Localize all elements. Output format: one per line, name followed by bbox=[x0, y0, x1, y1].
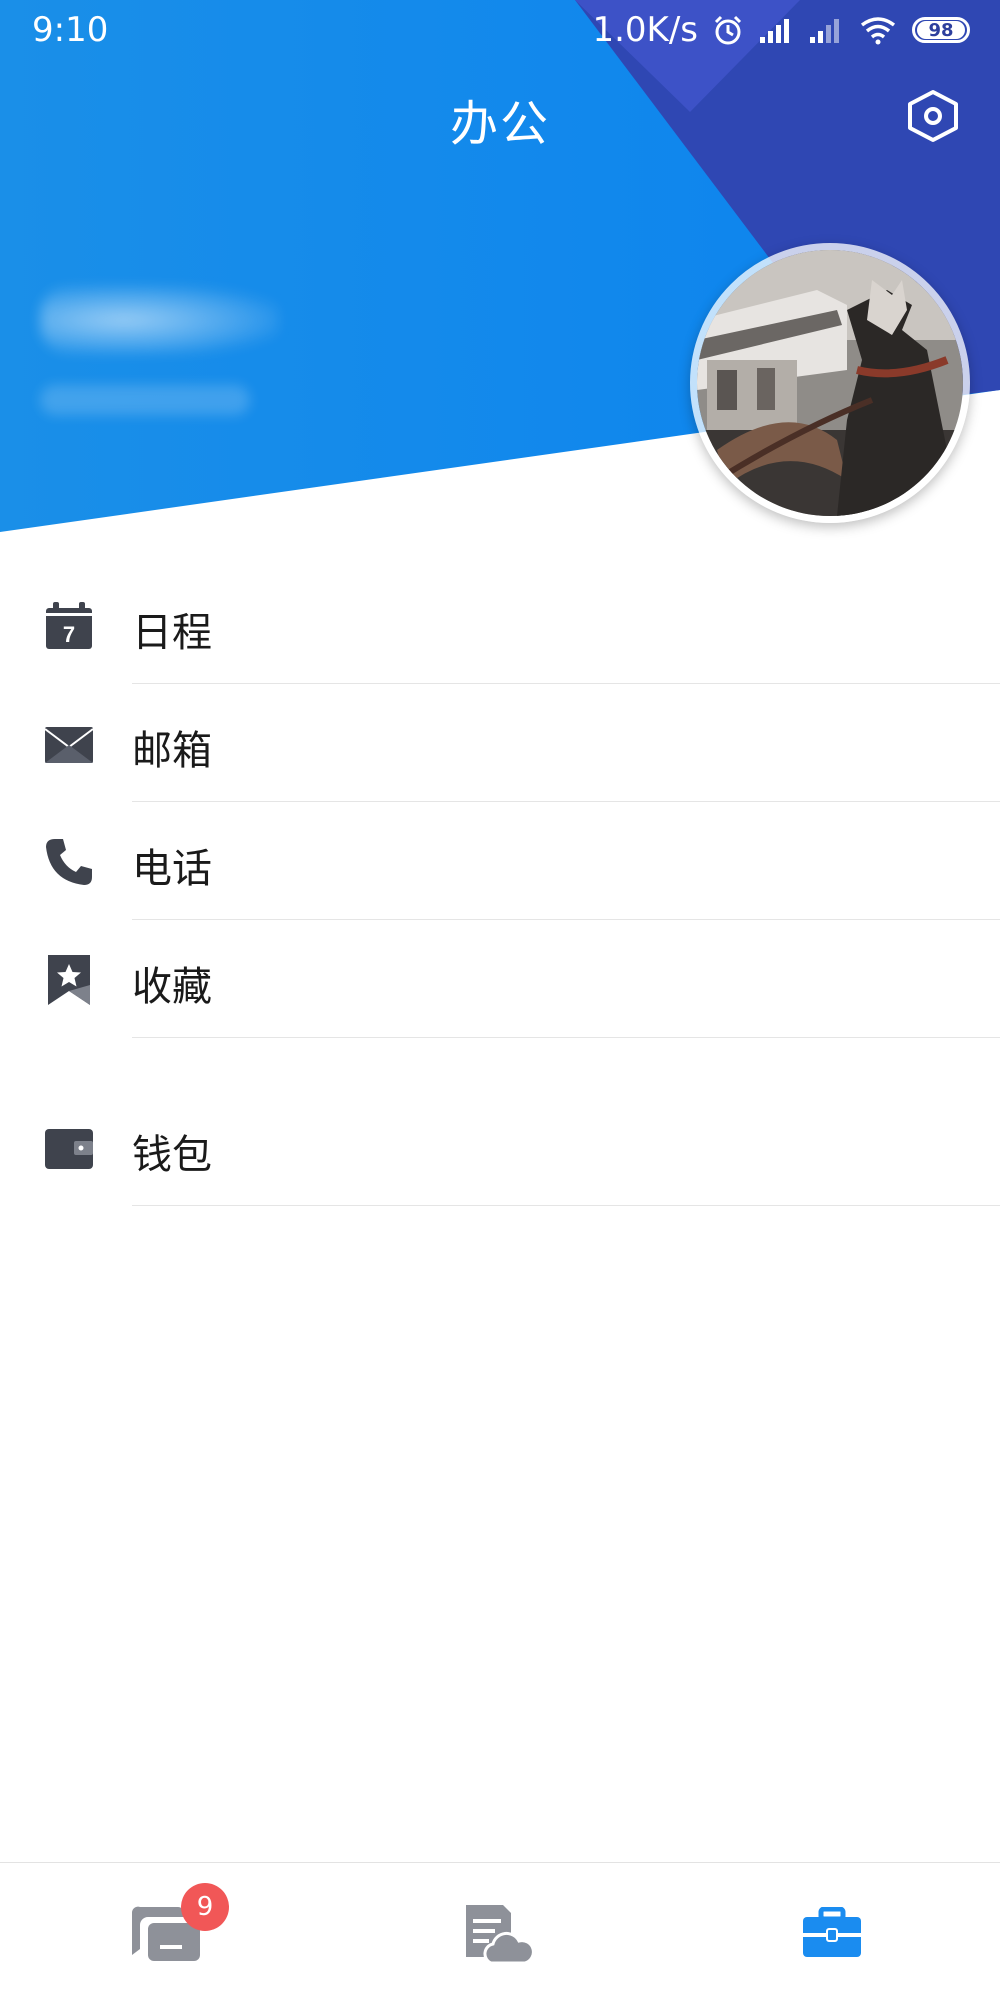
menu-item-schedule[interactable]: 7 日程 bbox=[0, 566, 1000, 684]
menu-item-label: 收藏 bbox=[132, 964, 212, 1010]
network-speed: 1.0K/s bbox=[592, 10, 698, 50]
battery-level: 98 bbox=[917, 20, 965, 41]
profile-header: 9:10 1.0K/s 98 办公 bbox=[0, 0, 1000, 560]
wallet-icon bbox=[45, 1129, 93, 1169]
avatar[interactable] bbox=[690, 243, 970, 523]
divider bbox=[132, 1037, 1000, 1038]
mail-icon bbox=[44, 727, 94, 763]
tab-office[interactable] bbox=[666, 1863, 999, 2001]
alarm-icon bbox=[714, 15, 742, 45]
divider bbox=[132, 1205, 1000, 1206]
menu-section-gap bbox=[0, 1038, 1000, 1088]
cloud-doc-icon bbox=[466, 1905, 535, 1965]
unread-badge: 9 bbox=[181, 1883, 229, 1931]
status-bar: 9:10 1.0K/s 98 bbox=[0, 0, 1000, 64]
bottom-nav: 9 bbox=[0, 1862, 1000, 2001]
phone-icon bbox=[46, 839, 92, 885]
menu-item-mail[interactable]: 邮箱 bbox=[0, 684, 1000, 802]
calendar-day: 7 bbox=[63, 622, 75, 647]
menu-item-phone[interactable]: 电话 bbox=[0, 802, 1000, 920]
user-name-blurred bbox=[40, 285, 280, 355]
menu-item-wallet[interactable]: 钱包 bbox=[0, 1088, 1000, 1206]
settings-icon[interactable] bbox=[900, 86, 966, 146]
menu-item-favorites[interactable]: 收藏 bbox=[0, 920, 1000, 1038]
calendar-icon: 7 bbox=[46, 602, 92, 649]
briefcase-icon bbox=[803, 1907, 861, 1957]
avatar-image bbox=[697, 250, 963, 516]
status-icons: 1.0K/s 98 bbox=[592, 10, 970, 50]
status-time: 9:10 bbox=[32, 10, 109, 50]
bookmark-star-icon bbox=[48, 955, 90, 1005]
wifi-icon bbox=[860, 17, 896, 45]
tab-messages[interactable]: 9 bbox=[0, 1863, 333, 2001]
menu-item-label: 钱包 bbox=[132, 1132, 212, 1178]
signal-icon bbox=[810, 19, 839, 43]
office-menu: 7 日程 邮箱 电话 收藏 钱包 bbox=[0, 566, 1000, 1206]
menu-item-label: 邮箱 bbox=[132, 728, 212, 774]
menu-item-label: 电话 bbox=[132, 846, 212, 892]
page-title: 办公 bbox=[449, 96, 550, 152]
menu-item-label: 日程 bbox=[132, 610, 212, 656]
tab-docs[interactable] bbox=[333, 1863, 666, 2001]
signal-icon bbox=[760, 19, 789, 43]
battery-icon: 98 bbox=[912, 17, 970, 43]
user-subtitle-blurred bbox=[40, 385, 250, 415]
